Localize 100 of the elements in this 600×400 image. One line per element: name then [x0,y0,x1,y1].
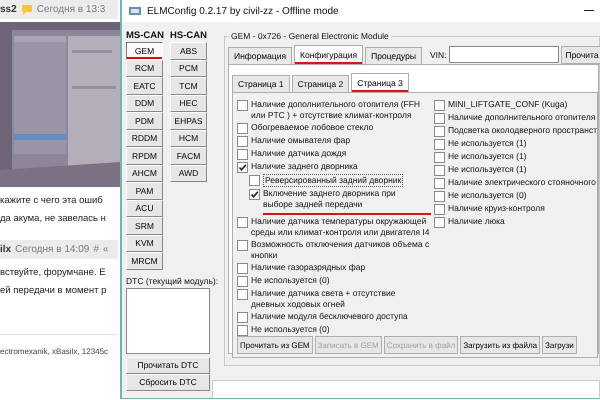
option-label: Не используется (0) [251,324,330,335]
checkbox[interactable] [434,204,445,215]
checkbox[interactable] [237,149,248,160]
checkbox[interactable] [249,175,260,186]
module-button[interactable]: KVM [126,234,163,252]
tab[interactable]: Страница 3 [351,73,409,92]
option-label: Обогреваемое лобовое стекло [251,122,374,133]
checkbox[interactable] [249,189,260,200]
checkbox[interactable] [434,165,445,176]
module-button[interactable]: GEM [126,42,163,60]
checkbox[interactable] [237,240,248,251]
checkbox[interactable] [237,136,248,147]
option-label: Наличие дополнительного отопителя (FFH или PTC ) + отсутствие климат-контроля [251,99,422,121]
dtc-button[interactable]: Сбросить DTC [126,374,210,390]
post-text: вствуйте, форумчане. Е [0,266,107,280]
module-button[interactable]: MRCM [126,252,163,270]
checkbox[interactable] [237,100,248,111]
option-label: Не используется (0) [251,275,330,286]
option-label: Подсветка околодверного пространст [448,125,597,136]
option-label: Наличие омывателя фар [251,135,350,146]
speech-bubble-icon [20,4,33,16]
checkbox[interactable] [434,217,445,228]
option-label: Наличие заднего дворника [251,161,358,172]
dtc-list[interactable] [126,288,210,354]
module-button[interactable]: RDDM [126,130,163,147]
checkbox[interactable] [237,263,248,274]
action-button[interactable]: Прочитать из GEM [237,336,313,354]
checkbox[interactable] [237,312,248,323]
group-title: GEM - 0x726 - General Electronic Module [229,31,391,41]
option-label: Не используется (1) [448,151,527,162]
module-button[interactable]: ABS [170,42,207,60]
module-button[interactable]: PDM [126,112,163,130]
tab[interactable]: Процедуры [365,47,422,64]
module-button[interactable]: RPDM [126,147,163,164]
post-text: да акума, не завелась н [0,212,107,226]
checkbox[interactable] [434,178,445,189]
option-label: Наличие круиз-контроля [448,203,545,214]
module-button[interactable]: AWD [170,164,207,182]
checkbox[interactable] [237,123,248,134]
option-label: Наличие датчика дождя [251,148,346,159]
option-label: MINI_LIFTGATE_CONF (Kuga) [448,99,568,110]
checkbox[interactable] [237,162,248,173]
vin-field[interactable] [449,46,560,63]
option-label: Не используется (0) [448,190,527,201]
post-time: Сегодня в 13:3 [36,4,106,15]
module-button[interactable]: SRM [126,217,163,234]
dtc-label: DTC (текущий модуль): [126,276,220,286]
checkbox[interactable] [237,217,248,228]
module-button[interactable]: FACM [170,147,207,164]
post-action-link[interactable]: « [102,244,108,255]
option-label: Наличие дополнительного отопителя [448,112,596,123]
window-title: ELMConfig 0.2.17 by civil-zz - Offline mode [147,6,339,16]
bus-heading: HS-CAN [170,30,207,42]
option-label: Включение заднего дворника при выборе задней передачи [263,188,431,215]
post-author[interactable]: ss2 [0,4,17,15]
forum-users-text: ectromexanik, xBasilx, 12345c [0,334,118,356]
module-button[interactable]: AHCM [126,164,163,182]
checkbox[interactable] [434,126,445,137]
option-label: Наличие газоразрядных фар [251,262,366,273]
checkbox[interactable] [237,276,248,287]
dtc-button[interactable]: Прочитать DTC [126,356,210,374]
module-button[interactable]: EATC [126,77,163,94]
action-button[interactable]: Загрузи [542,336,577,354]
checkbox[interactable] [434,139,445,150]
option-label: Не используется (1) [448,164,527,175]
module-button[interactable]: DDM [126,94,163,112]
tab[interactable]: Информация [228,47,292,64]
module-button[interactable]: RCM [126,60,163,77]
module-button[interactable]: TCM [170,77,207,94]
module-button[interactable]: PCM [170,60,207,77]
module-button[interactable]: HCM [170,130,207,147]
option-label: Реверсированный задний дворник [263,174,404,187]
checkbox[interactable] [237,289,248,300]
module-button[interactable]: PAM [126,182,163,200]
module-button[interactable]: ACU [126,200,163,217]
tab[interactable]: Страница 2 [292,75,350,92]
checkbox[interactable] [434,191,445,202]
minimize-icon[interactable] [584,10,594,12]
tab[interactable]: Страница 1 [232,75,290,92]
checkbox[interactable] [434,152,445,163]
app-icon [128,5,142,17]
bus-heading: MS-CAN [126,30,164,42]
tab[interactable]: Конфигурация [294,45,364,64]
module-button[interactable]: EHPAS [170,112,207,130]
module-button[interactable]: HEC [170,94,207,112]
post-author[interactable]: ilx [0,244,12,255]
post-text: кажите с чего эта ошиб [0,194,104,208]
option-label: Наличие электрического стояночного [448,177,596,188]
option-label: Возможность отключения датчиков объема с кнопки [251,239,430,261]
post-action-link[interactable]: # [93,244,99,255]
checkbox[interactable] [237,325,248,336]
option-label: Не используется (1) [448,138,527,149]
vin-label: VIN: [430,50,446,60]
read-vin-button[interactable]: Прочита [561,46,600,64]
post-time: Сегодня в 14:09 [15,244,90,255]
checkbox[interactable] [434,113,445,124]
option-label: Наличие люка [448,216,505,227]
checkbox[interactable] [434,100,445,111]
action-button[interactable]: Загрузить из файла [460,336,540,354]
option-label: Наличие модуля бесключевого доступа [251,311,408,322]
